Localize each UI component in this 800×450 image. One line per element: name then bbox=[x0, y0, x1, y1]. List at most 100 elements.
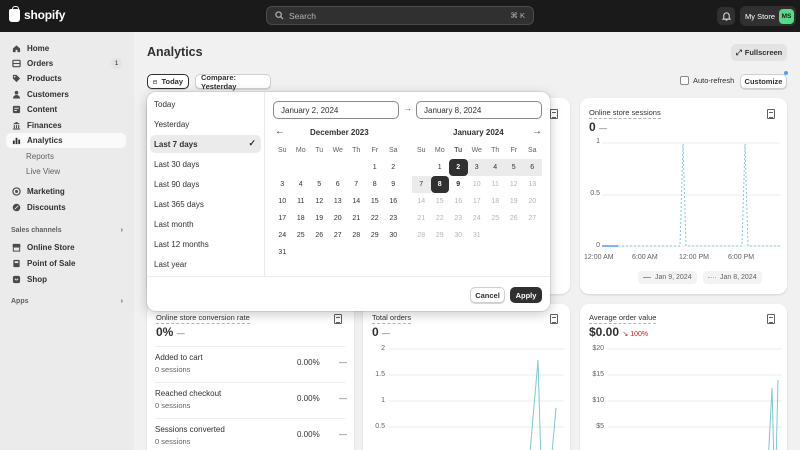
day-cell[interactable]: 20 bbox=[329, 210, 348, 227]
sidebar-item-online-store[interactable]: Online Store bbox=[6, 240, 126, 255]
sidebar-item-products[interactable]: Products bbox=[6, 71, 126, 86]
preset-option[interactable]: Today bbox=[150, 95, 261, 113]
legend-current: Jan 9, 2024 bbox=[638, 271, 697, 284]
day-cell[interactable]: 9 bbox=[384, 176, 403, 193]
day-cell[interactable]: 17 bbox=[273, 210, 292, 227]
sidebar-item-live-view[interactable]: Live View bbox=[6, 164, 126, 179]
sidebar-item-reports[interactable]: Reports bbox=[6, 149, 126, 164]
day-cell[interactable]: 19 bbox=[310, 210, 329, 227]
sidebar-item-finances[interactable]: Finances bbox=[6, 118, 126, 133]
report-icon[interactable] bbox=[334, 314, 342, 324]
customize-button[interactable]: Customize bbox=[740, 74, 787, 89]
search-input[interactable]: Search ⌘ K bbox=[266, 6, 534, 25]
day-cell[interactable]: 6 bbox=[523, 159, 542, 176]
store-menu-button[interactable]: My Store MS bbox=[740, 6, 796, 26]
day-cell[interactable]: 7 bbox=[347, 176, 366, 193]
day-cell[interactable]: 29 bbox=[366, 227, 385, 244]
day-cell[interactable]: 8 bbox=[430, 176, 449, 193]
preset-option[interactable]: Last month bbox=[150, 215, 261, 233]
day-cell[interactable]: 10 bbox=[273, 193, 292, 210]
y-tick: $15 bbox=[592, 371, 604, 378]
apps-heading[interactable]: Apps › bbox=[11, 298, 123, 305]
day-cell[interactable]: 9 bbox=[449, 176, 468, 193]
week-row: 3456789 bbox=[273, 176, 403, 193]
day-cell[interactable]: 5 bbox=[310, 176, 329, 193]
sidebar-item-point-of-sale[interactable]: Point of Sale bbox=[6, 256, 126, 271]
day-cell[interactable]: 31 bbox=[273, 244, 292, 261]
fullscreen-button[interactable]: ⤢ Fullscreen bbox=[731, 44, 787, 61]
report-icon[interactable] bbox=[767, 314, 775, 324]
report-icon[interactable] bbox=[550, 109, 558, 119]
day-cell[interactable]: 5 bbox=[504, 159, 523, 176]
preset-option[interactable]: Last 7 days ✓ bbox=[150, 135, 261, 153]
end-date-input[interactable]: January 8, 2024 bbox=[416, 101, 542, 119]
card-title[interactable]: Online store sessions bbox=[589, 108, 661, 119]
day-cell[interactable]: 21 bbox=[347, 210, 366, 227]
notification-dot bbox=[784, 71, 788, 75]
sidebar-item-content[interactable]: Content bbox=[6, 102, 126, 117]
day-cell: 20 bbox=[528, 198, 537, 205]
start-date-input[interactable]: January 2, 2024 bbox=[273, 101, 399, 119]
auto-refresh-toggle[interactable]: Auto-refresh bbox=[680, 76, 734, 85]
previous-month-button[interactable]: ← bbox=[275, 126, 285, 137]
sidebar-item-discounts[interactable]: Discounts bbox=[6, 200, 126, 215]
day-cell[interactable]: 24 bbox=[273, 227, 292, 244]
day-cell[interactable]: 23 bbox=[384, 210, 403, 227]
sidebar-item-home[interactable]: Home bbox=[6, 41, 126, 56]
day-cell[interactable]: 28 bbox=[347, 227, 366, 244]
card-title[interactable]: Online store conversion rate bbox=[156, 313, 250, 324]
preset-option[interactable]: Last 90 days bbox=[150, 175, 261, 193]
apply-button[interactable]: Apply bbox=[510, 287, 542, 303]
next-month-button[interactable]: → bbox=[532, 126, 542, 137]
shopify-bag-icon bbox=[9, 5, 20, 22]
day-cell[interactable]: 4 bbox=[292, 176, 311, 193]
day-cell[interactable]: 14 bbox=[347, 193, 366, 210]
day-cell[interactable]: 16 bbox=[384, 193, 403, 210]
day-cell[interactable]: 4 bbox=[486, 159, 505, 176]
report-icon[interactable] bbox=[550, 314, 558, 324]
day-cell[interactable]: 15 bbox=[366, 193, 385, 210]
sidebar-item-customers[interactable]: Customers bbox=[6, 87, 126, 102]
date-range-button[interactable]: Today bbox=[147, 74, 189, 89]
day-cell[interactable]: 8 bbox=[366, 176, 385, 193]
preset-option[interactable]: Last 12 months bbox=[150, 235, 261, 253]
day-cell[interactable]: 3 bbox=[467, 159, 486, 176]
day-cell[interactable]: 12 bbox=[310, 193, 329, 210]
value-text: 0 bbox=[589, 120, 596, 134]
day-cell[interactable]: 11 bbox=[292, 193, 311, 210]
weekday-label: Sa bbox=[388, 147, 398, 154]
sidebar-item-orders[interactable]: Orders 1 bbox=[6, 56, 126, 71]
preset-option[interactable]: Yesterday bbox=[150, 115, 261, 133]
day-cell[interactable]: 13 bbox=[329, 193, 348, 210]
day-cell[interactable]: 18 bbox=[292, 210, 311, 227]
preset-option[interactable]: Last 30 days bbox=[150, 155, 261, 173]
day-cell[interactable]: 2 bbox=[449, 159, 468, 176]
shopify-logo[interactable]: shopify bbox=[9, 5, 65, 22]
sidebar-item-shop[interactable]: Shop bbox=[6, 272, 126, 287]
day-cell[interactable]: 1 bbox=[366, 159, 385, 176]
day-cell[interactable]: 26 bbox=[310, 227, 329, 244]
sidebar-item-analytics[interactable]: Analytics bbox=[6, 133, 126, 148]
day-cell[interactable]: 2 bbox=[384, 159, 403, 176]
day-cell[interactable]: 27 bbox=[329, 227, 348, 244]
day-cell[interactable]: 22 bbox=[366, 210, 385, 227]
cancel-button[interactable]: Cancel bbox=[470, 287, 505, 303]
day-cell[interactable]: 3 bbox=[273, 176, 292, 193]
weekday-label: We bbox=[471, 147, 482, 154]
notifications-button[interactable] bbox=[717, 7, 735, 25]
sales-channels-heading[interactable]: Sales channels › bbox=[11, 227, 123, 234]
preset-option[interactable]: Last year bbox=[150, 255, 261, 273]
day-cell[interactable]: 1 bbox=[431, 159, 450, 176]
preset-option[interactable]: Last 365 days bbox=[150, 195, 261, 213]
sidebar-item-marketing[interactable]: Marketing bbox=[6, 184, 126, 199]
card-title[interactable]: Average order value bbox=[589, 313, 657, 324]
report-icon[interactable] bbox=[767, 109, 775, 119]
day-cell[interactable]: 6 bbox=[329, 176, 348, 193]
card-title[interactable]: Total orders bbox=[372, 313, 412, 324]
home-icon bbox=[12, 44, 21, 53]
day-cell[interactable]: 25 bbox=[292, 227, 311, 244]
day-cell[interactable]: 30 bbox=[384, 227, 403, 244]
compare-button[interactable]: Compare: Yesterday bbox=[195, 73, 271, 91]
day-cell[interactable]: 7 bbox=[412, 176, 431, 193]
auto-refresh-checkbox[interactable] bbox=[680, 76, 689, 85]
